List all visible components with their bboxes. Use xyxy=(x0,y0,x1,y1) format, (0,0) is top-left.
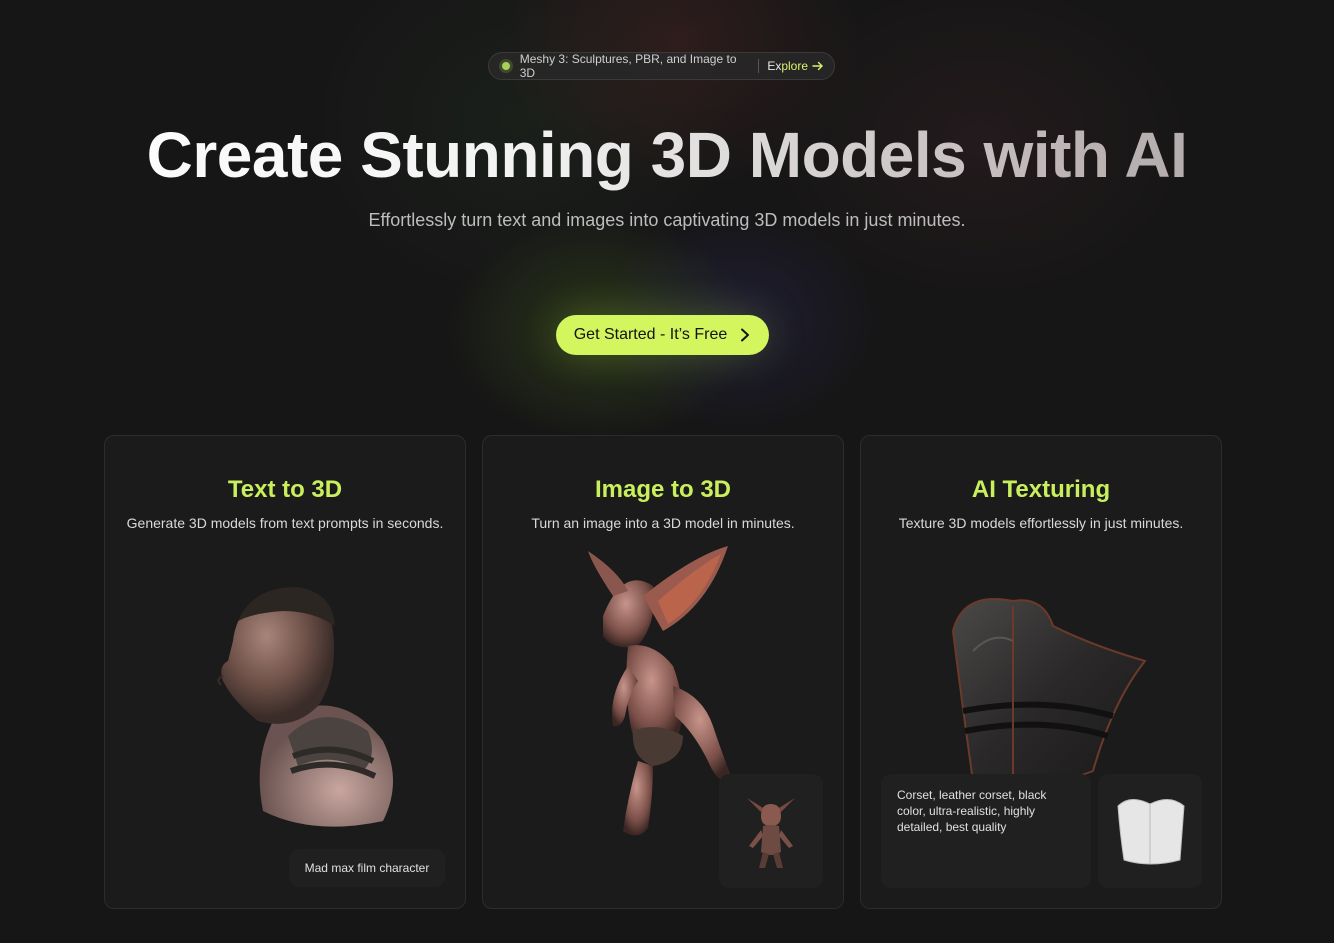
card-title: AI Texturing xyxy=(971,476,1111,503)
announcement-pill[interactable]: Meshy 3: Sculptures, PBR, and Image to 3… xyxy=(488,52,835,80)
white-corset-image xyxy=(1117,799,1185,865)
get-started-button[interactable]: Get Started - It’s Free xyxy=(556,315,769,355)
goblin-thumbnail-image xyxy=(747,798,795,868)
prompt-chip: Corset, leather corset, black color, ult… xyxy=(881,774,1091,888)
explore-label-part2: plore xyxy=(781,59,809,73)
ai-texturing-card[interactable]: AI Texturing Texture 3D models effortles… xyxy=(860,435,1222,909)
bust-render-image xyxy=(217,586,393,827)
explore-label-part1: Ex xyxy=(767,59,782,73)
get-started-label: Get Started - It’s Free xyxy=(573,326,728,343)
hero-subtitle: Effortlessly turn text and images into c… xyxy=(368,210,966,230)
arrow-right-icon xyxy=(812,61,824,71)
card-title: Text to 3D xyxy=(227,476,343,503)
chevron-right-icon xyxy=(741,328,750,342)
prompt-text: Mad max film character xyxy=(304,861,430,875)
status-dot-icon xyxy=(499,59,513,73)
corset-render-image xyxy=(951,598,1147,786)
source-image-thumbnail xyxy=(719,774,823,888)
announcement-divider xyxy=(758,59,760,73)
card-description: Generate 3D models from text prompts in … xyxy=(126,515,444,531)
explore-link[interactable]: Explore xyxy=(767,59,824,73)
announcement-text: Meshy 3: Sculptures, PBR, and Image to 3… xyxy=(519,52,737,80)
prompt-text: Corset, leather corset, black color, ult… xyxy=(897,788,1047,834)
image-to-3d-card[interactable]: Image to 3D Turn an image into a 3D mode… xyxy=(482,435,844,909)
hero-title: Create Stunning 3D Models with AI xyxy=(0,118,1334,192)
text-to-3d-card[interactable]: Text to 3D Generate 3D models from text … xyxy=(104,435,466,909)
card-title: Image to 3D xyxy=(594,476,732,503)
prompt-chip: Mad max film character xyxy=(289,849,445,887)
untextured-model-thumbnail xyxy=(1098,774,1202,888)
card-description: Texture 3D models effortlessly in just m… xyxy=(898,515,1184,531)
card-description: Turn an image into a 3D model in minutes… xyxy=(531,515,795,531)
